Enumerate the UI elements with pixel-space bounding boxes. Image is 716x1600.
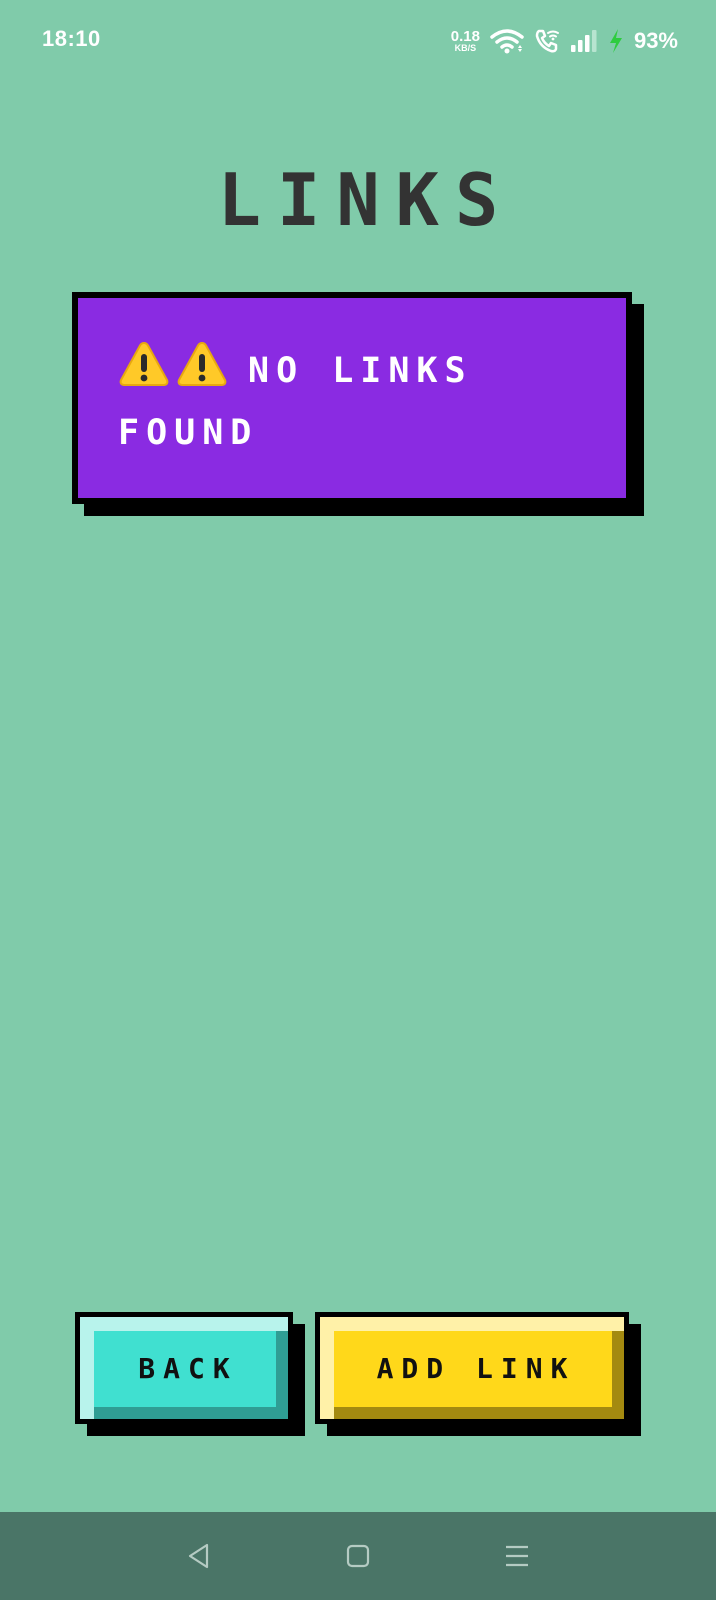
network-speed: 0.18 KB/S	[451, 29, 480, 53]
warning-icons	[118, 340, 228, 388]
wifi-call-icon	[534, 28, 560, 54]
status-time: 18:10	[42, 26, 101, 51]
menu-lines-icon[interactable]	[487, 1526, 547, 1586]
add-link-button[interactable]: ADD LINK	[315, 1312, 629, 1424]
navigation-bar	[0, 1512, 716, 1600]
back-triangle-icon[interactable]	[169, 1526, 229, 1586]
back-button[interactable]: BACK	[75, 1312, 293, 1424]
empty-state-card: NO LINKS FOUND	[72, 292, 632, 504]
network-speed-unit: KB/S	[454, 43, 477, 53]
status-icons: 0.18 KB/S 93%	[451, 24, 678, 58]
signal-icon	[570, 29, 598, 53]
warning-icon	[119, 341, 169, 386]
links-screen: 18:10 0.18 KB/S 93% LINKS NO LINKS FOUND…	[0, 0, 716, 1600]
battery-percent: 93%	[633, 28, 678, 53]
charging-icon	[608, 28, 624, 54]
status-bar: 18:10 0.18 KB/S 93%	[0, 0, 716, 84]
page-title: LINKS	[217, 158, 515, 242]
warning-icon	[177, 341, 227, 386]
wifi-icon	[490, 28, 524, 54]
home-square-icon[interactable]	[328, 1526, 388, 1586]
network-speed-value: 0.18	[450, 28, 480, 45]
